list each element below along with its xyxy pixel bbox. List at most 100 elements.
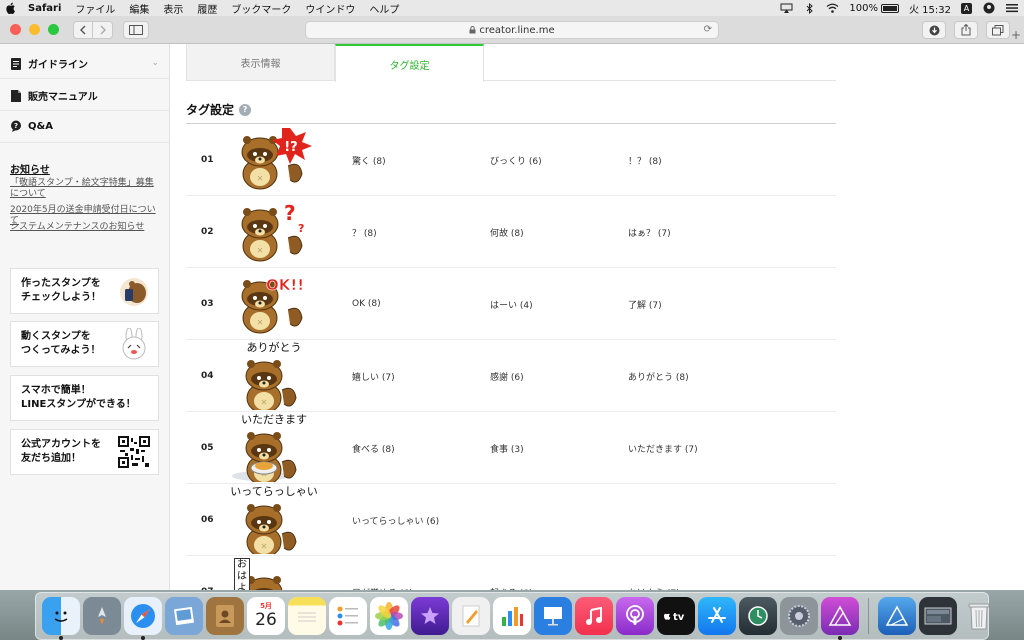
notes-icon[interactable] (288, 597, 326, 635)
menu-app-safari[interactable]: Safari (28, 3, 61, 14)
tag-value[interactable]: 嬉しい (7) (352, 340, 395, 412)
tag-value[interactable]: びっくり (6) (490, 124, 542, 196)
tab-tag-settings[interactable]: タグ設定 (335, 44, 484, 82)
tag-value[interactable]: ありがとう (8) (628, 340, 689, 412)
tabs-overview-button[interactable] (986, 21, 1010, 39)
sticker-caption: ありがとう (246, 341, 302, 354)
promo-line: チェックしよう！ (21, 292, 101, 303)
affinity-designer-icon[interactable] (878, 597, 916, 635)
table-row: 05✕いただきます食べる (8)食事 (3)いただきます (7) (186, 412, 836, 484)
affinity-photo-icon[interactable] (821, 597, 859, 640)
promo-check-stickers[interactable]: 作ったスタンプを チェックしよう！ (10, 268, 159, 314)
podcasts-icon[interactable] (616, 597, 654, 635)
tag-value[interactable]: 了解 (7) (628, 268, 662, 340)
menu-window[interactable]: ウインドウ (305, 1, 355, 16)
app-store-icon[interactable] (698, 597, 736, 635)
tag-value[interactable]: おはよう (7) (628, 556, 680, 591)
safari-icon[interactable] (124, 597, 162, 640)
wifi-icon[interactable] (826, 3, 839, 13)
apple-tv-icon[interactable]: tv (657, 597, 695, 635)
bluetooth-icon[interactable] (803, 2, 816, 14)
music-icon[interactable] (575, 597, 613, 635)
sidebar-toggle-button[interactable] (123, 20, 149, 39)
tag-value[interactable]: いただきます (7) (628, 412, 698, 484)
launchpad-icon[interactable] (83, 597, 121, 635)
control-center-icon[interactable] (1005, 3, 1018, 13)
user-icon[interactable] (982, 2, 995, 14)
promo-line: つくってみよう！ (21, 345, 101, 356)
reminders-icon[interactable] (329, 597, 367, 635)
news-heading[interactable]: お知らせ (10, 161, 50, 176)
new-tab-button[interactable]: + (1008, 28, 1024, 42)
keynote-icon[interactable] (534, 597, 572, 635)
window-controls (10, 24, 59, 35)
numbers-icon[interactable] (493, 597, 531, 635)
tab-display-info[interactable]: 表示情報 (186, 44, 335, 81)
input-source-badge[interactable]: A (961, 2, 972, 14)
tag-value[interactable]: ？ (8) (352, 196, 377, 268)
close-window-button[interactable] (10, 24, 21, 35)
apple-menu-icon[interactable] (6, 2, 16, 14)
reload-icon[interactable]: ⟳ (704, 24, 712, 35)
system-preferences-icon[interactable] (780, 597, 818, 635)
sidebar-item-sales-manual[interactable]: 販売マニュアル (10, 88, 98, 103)
airplay-icon[interactable] (780, 3, 793, 13)
tag-value[interactable]: ！？ (8) (628, 124, 662, 196)
chevron-down-icon[interactable]: ⌄ (151, 58, 159, 68)
screenshot-folder-icon[interactable] (919, 597, 957, 635)
time-machine-icon[interactable] (739, 597, 777, 635)
sticker-number: 06 (201, 515, 214, 525)
menu-view[interactable]: 表示 (163, 1, 183, 16)
table-row: 07✕おはよ目が覚める (6)起きる (8)おはよう (7) (186, 556, 836, 590)
address-bar[interactable]: creator.line.me ⟳ (305, 21, 719, 39)
share-button[interactable] (954, 21, 978, 39)
zoom-window-button[interactable] (48, 24, 59, 35)
minimize-window-button[interactable] (29, 24, 40, 35)
imovie-icon[interactable] (411, 597, 449, 635)
photos-icon[interactable] (370, 597, 408, 635)
sidebar-item-qa[interactable]: ? Q&A (10, 120, 53, 132)
menu-history[interactable]: 履歴 (197, 1, 217, 16)
downloads-button[interactable] (922, 21, 946, 39)
tag-value[interactable]: 目が覚める (6) (352, 556, 413, 591)
tag-value[interactable]: 何故 (8) (490, 196, 524, 268)
forward-button[interactable] (93, 20, 113, 39)
calendar-day: 26 (255, 610, 277, 630)
menu-bookmarks[interactable]: ブックマーク (231, 1, 291, 16)
contacts-icon[interactable] (206, 597, 244, 635)
finder-icon[interactable] (42, 597, 80, 640)
tag-value[interactable]: はぁ？ (7) (628, 196, 671, 268)
promo-official-account[interactable]: 公式アカウントを 友だち追加！ (10, 429, 159, 475)
sidebar-divider (0, 78, 170, 79)
pages-icon[interactable] (452, 597, 490, 635)
tag-value[interactable]: 感謝 (6) (490, 340, 524, 412)
promo-smartphone-stickers[interactable]: スマホで簡単！ LINEスタンプができる！ (10, 375, 159, 421)
news-link-honorific-campaign[interactable]: 「敬語スタンプ・絵文字特集」募集について (10, 178, 160, 200)
tag-value[interactable]: 起きる (8) (490, 556, 532, 591)
calendar-icon[interactable]: 5月 26 (247, 597, 285, 635)
svg-text:!?: !? (284, 140, 297, 155)
tag-value[interactable]: はーい (4) (490, 268, 533, 340)
sidebar-divider (0, 142, 170, 143)
preview-icon[interactable] (165, 597, 203, 635)
help-icon[interactable]: ? (239, 103, 252, 116)
sidebar-divider (0, 110, 170, 111)
menu-clock[interactable]: 火 15:32 (909, 1, 951, 16)
tag-value[interactable]: OK (8) (352, 268, 381, 340)
battery-status[interactable]: 100% (849, 3, 899, 14)
battery-percent: 100% (849, 2, 878, 14)
tag-value[interactable]: いってらっしゃい (6) (352, 484, 439, 556)
menu-edit[interactable]: 編集 (129, 1, 149, 16)
promo-animated-stickers[interactable]: 動くスタンプを つくってみよう！ (10, 321, 159, 367)
menu-help[interactable]: ヘルプ (369, 1, 399, 16)
tag-value[interactable]: 食べる (8) (352, 412, 395, 484)
menu-file[interactable]: ファイル (75, 1, 115, 16)
tag-value[interactable]: 食事 (3) (490, 412, 524, 484)
sticker-number: 02 (201, 227, 214, 237)
sidebar-item-guideline[interactable]: ガイドライン (10, 56, 88, 71)
news-link-maintenance[interactable]: システムメンテナンスのお知らせ (10, 222, 160, 233)
tag-value[interactable]: 驚く (8) (352, 124, 386, 196)
url-text: creator.line.me (479, 24, 555, 36)
back-button[interactable] (73, 20, 93, 39)
trash-icon[interactable] (960, 597, 998, 635)
